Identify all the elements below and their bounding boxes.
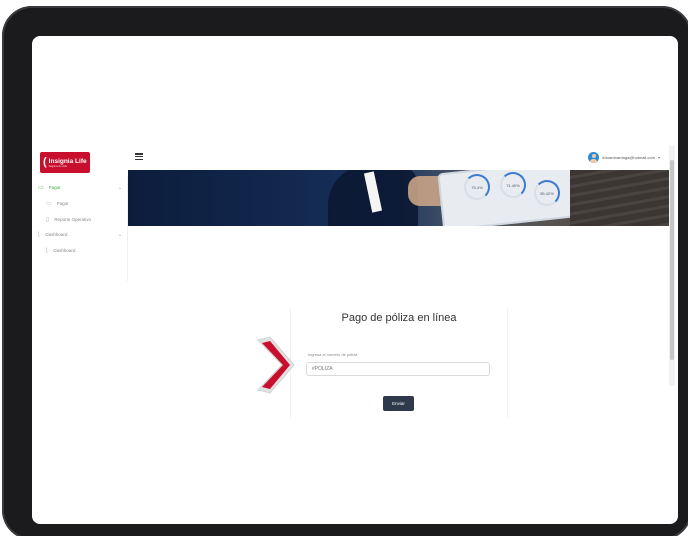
chart-icon: ⌊: [46, 248, 49, 254]
tablet-screen: ( Insignia Life Seguros de vida eduardoa…: [32, 36, 678, 524]
document-icon: ▯: [46, 217, 50, 223]
logo-tagline: Seguros de vida: [48, 164, 67, 168]
sidebar-item-label: Dashboard: [53, 248, 76, 253]
logo-mark: (: [43, 156, 47, 168]
sidebar-item-label: Pagar: [48, 185, 61, 190]
card-icon: ▭: [46, 201, 52, 207]
sidebar-item-label: Pagar: [56, 201, 69, 206]
chevron-down-icon: ⌄: [118, 184, 123, 191]
sidebar: ▭ Pagar ⌄ ▭ Pagar ▯ Reporte Operativo ⌊ …: [32, 176, 128, 281]
scrollbar[interactable]: [669, 146, 675, 386]
user-email: eduardoarriaga@hotmail.com: [602, 155, 655, 160]
menu-toggle-icon[interactable]: [135, 153, 143, 160]
logo-name: Insignia Life: [48, 157, 87, 165]
dial-chart: 75.4%: [464, 174, 490, 200]
page-title: Pago de póliza en línea: [341, 312, 457, 324]
folder-icon: ▭: [38, 185, 44, 191]
chevron-down-icon: ▾: [657, 155, 660, 160]
sidebar-item-pagar-sub[interactable]: ▭ Pagar: [46, 200, 69, 207]
sidebar-item-dashboard[interactable]: ⌊ Dashboard ⌄: [38, 231, 122, 239]
tablet-frame: ( Insignia Life Seguros de vida eduardoa…: [2, 6, 688, 536]
sidebar-item-label: Dashboard: [45, 232, 68, 237]
scrollbar-thumb[interactable]: [670, 160, 674, 360]
chevron-down-icon: ⌄: [118, 231, 123, 238]
hero-banner: 75.4% 71.40% 55.42%: [128, 170, 670, 226]
policy-number-label: Ingresa el número de póliza: [308, 352, 358, 357]
arrow-pointer-icon: [257, 336, 295, 394]
sidebar-item-pagar[interactable]: ▭ Pagar ⌄: [38, 184, 122, 192]
policy-number-input[interactable]: [306, 362, 490, 376]
dial-chart: 55.42%: [534, 180, 560, 206]
chart-icon: ⌊: [38, 232, 41, 238]
avatar: [588, 152, 600, 163]
submit-button[interactable]: Enviar: [383, 396, 414, 411]
dial-chart: 71.40%: [500, 172, 526, 198]
insignia-life-logo[interactable]: ( Insignia Life Seguros de vida: [40, 152, 90, 173]
payment-form: Pago de póliza en línea Ingresa el númer…: [290, 308, 508, 418]
user-menu[interactable]: eduardoarriaga@hotmail.com ▾: [588, 152, 660, 163]
sidebar-item-label: Reporte Operativo: [54, 217, 92, 222]
sidebar-item-dashboard-sub[interactable]: ⌊ Dashboard: [46, 247, 75, 254]
sidebar-item-reporte-operativo[interactable]: ▯ Reporte Operativo: [46, 216, 91, 223]
